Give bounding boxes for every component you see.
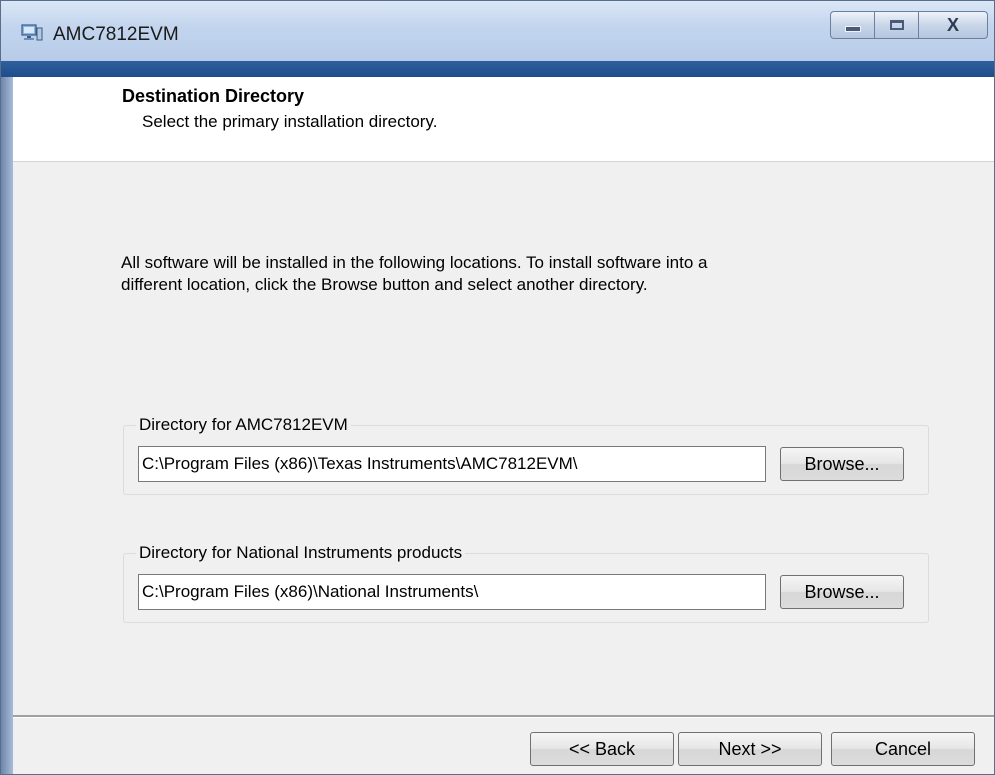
- close-button[interactable]: X: [918, 11, 988, 39]
- minimize-icon: [844, 26, 861, 32]
- installer-window: AMC7812EVM X Destination Directory Selec…: [0, 0, 995, 775]
- description-line-2: different location, click the Browse but…: [121, 275, 648, 294]
- next-button[interactable]: Next >>: [678, 732, 822, 766]
- amc7812evm-directory-input[interactable]: [138, 446, 766, 482]
- accent-band: [1, 61, 994, 77]
- back-button[interactable]: << Back: [530, 732, 674, 766]
- description-line-1: All software will be installed in the fo…: [121, 253, 708, 272]
- cancel-button[interactable]: Cancel: [831, 732, 975, 766]
- title-bar[interactable]: AMC7812EVM X: [1, 1, 994, 61]
- maximize-button[interactable]: [874, 11, 918, 39]
- window-frame-left: [1, 77, 13, 774]
- group-amc7812evm-directory: Directory for AMC7812EVM Browse...: [123, 414, 929, 495]
- dialog-body: All software will be installed in the fo…: [13, 161, 994, 715]
- group-label-amc7812evm: Directory for AMC7812EVM: [136, 414, 351, 436]
- footer-divider: [13, 717, 994, 718]
- window-title: AMC7812EVM: [53, 24, 179, 45]
- page-title: Destination Directory: [122, 86, 305, 106]
- minimize-button[interactable]: [830, 11, 874, 39]
- group-national-instruments-directory: Directory for National Instruments produ…: [123, 542, 929, 623]
- browse-button-national-instruments[interactable]: Browse...: [780, 575, 904, 609]
- page-header: Destination Directory Select the primary…: [13, 77, 994, 161]
- dialog-footer: << Back Next >> Cancel: [13, 715, 994, 774]
- caption-buttons: X: [830, 11, 988, 41]
- group-label-national-instruments: Directory for National Instruments produ…: [136, 542, 466, 564]
- close-icon: X: [946, 14, 959, 35]
- national-instruments-directory-input[interactable]: [138, 574, 766, 610]
- page-subtitle: Select the primary installation director…: [142, 112, 438, 131]
- maximize-icon: [889, 20, 904, 30]
- computer-icon: [21, 24, 43, 41]
- browse-button-amc7812evm[interactable]: Browse...: [780, 447, 904, 481]
- description-text: All software will be installed in the fo…: [121, 252, 821, 296]
